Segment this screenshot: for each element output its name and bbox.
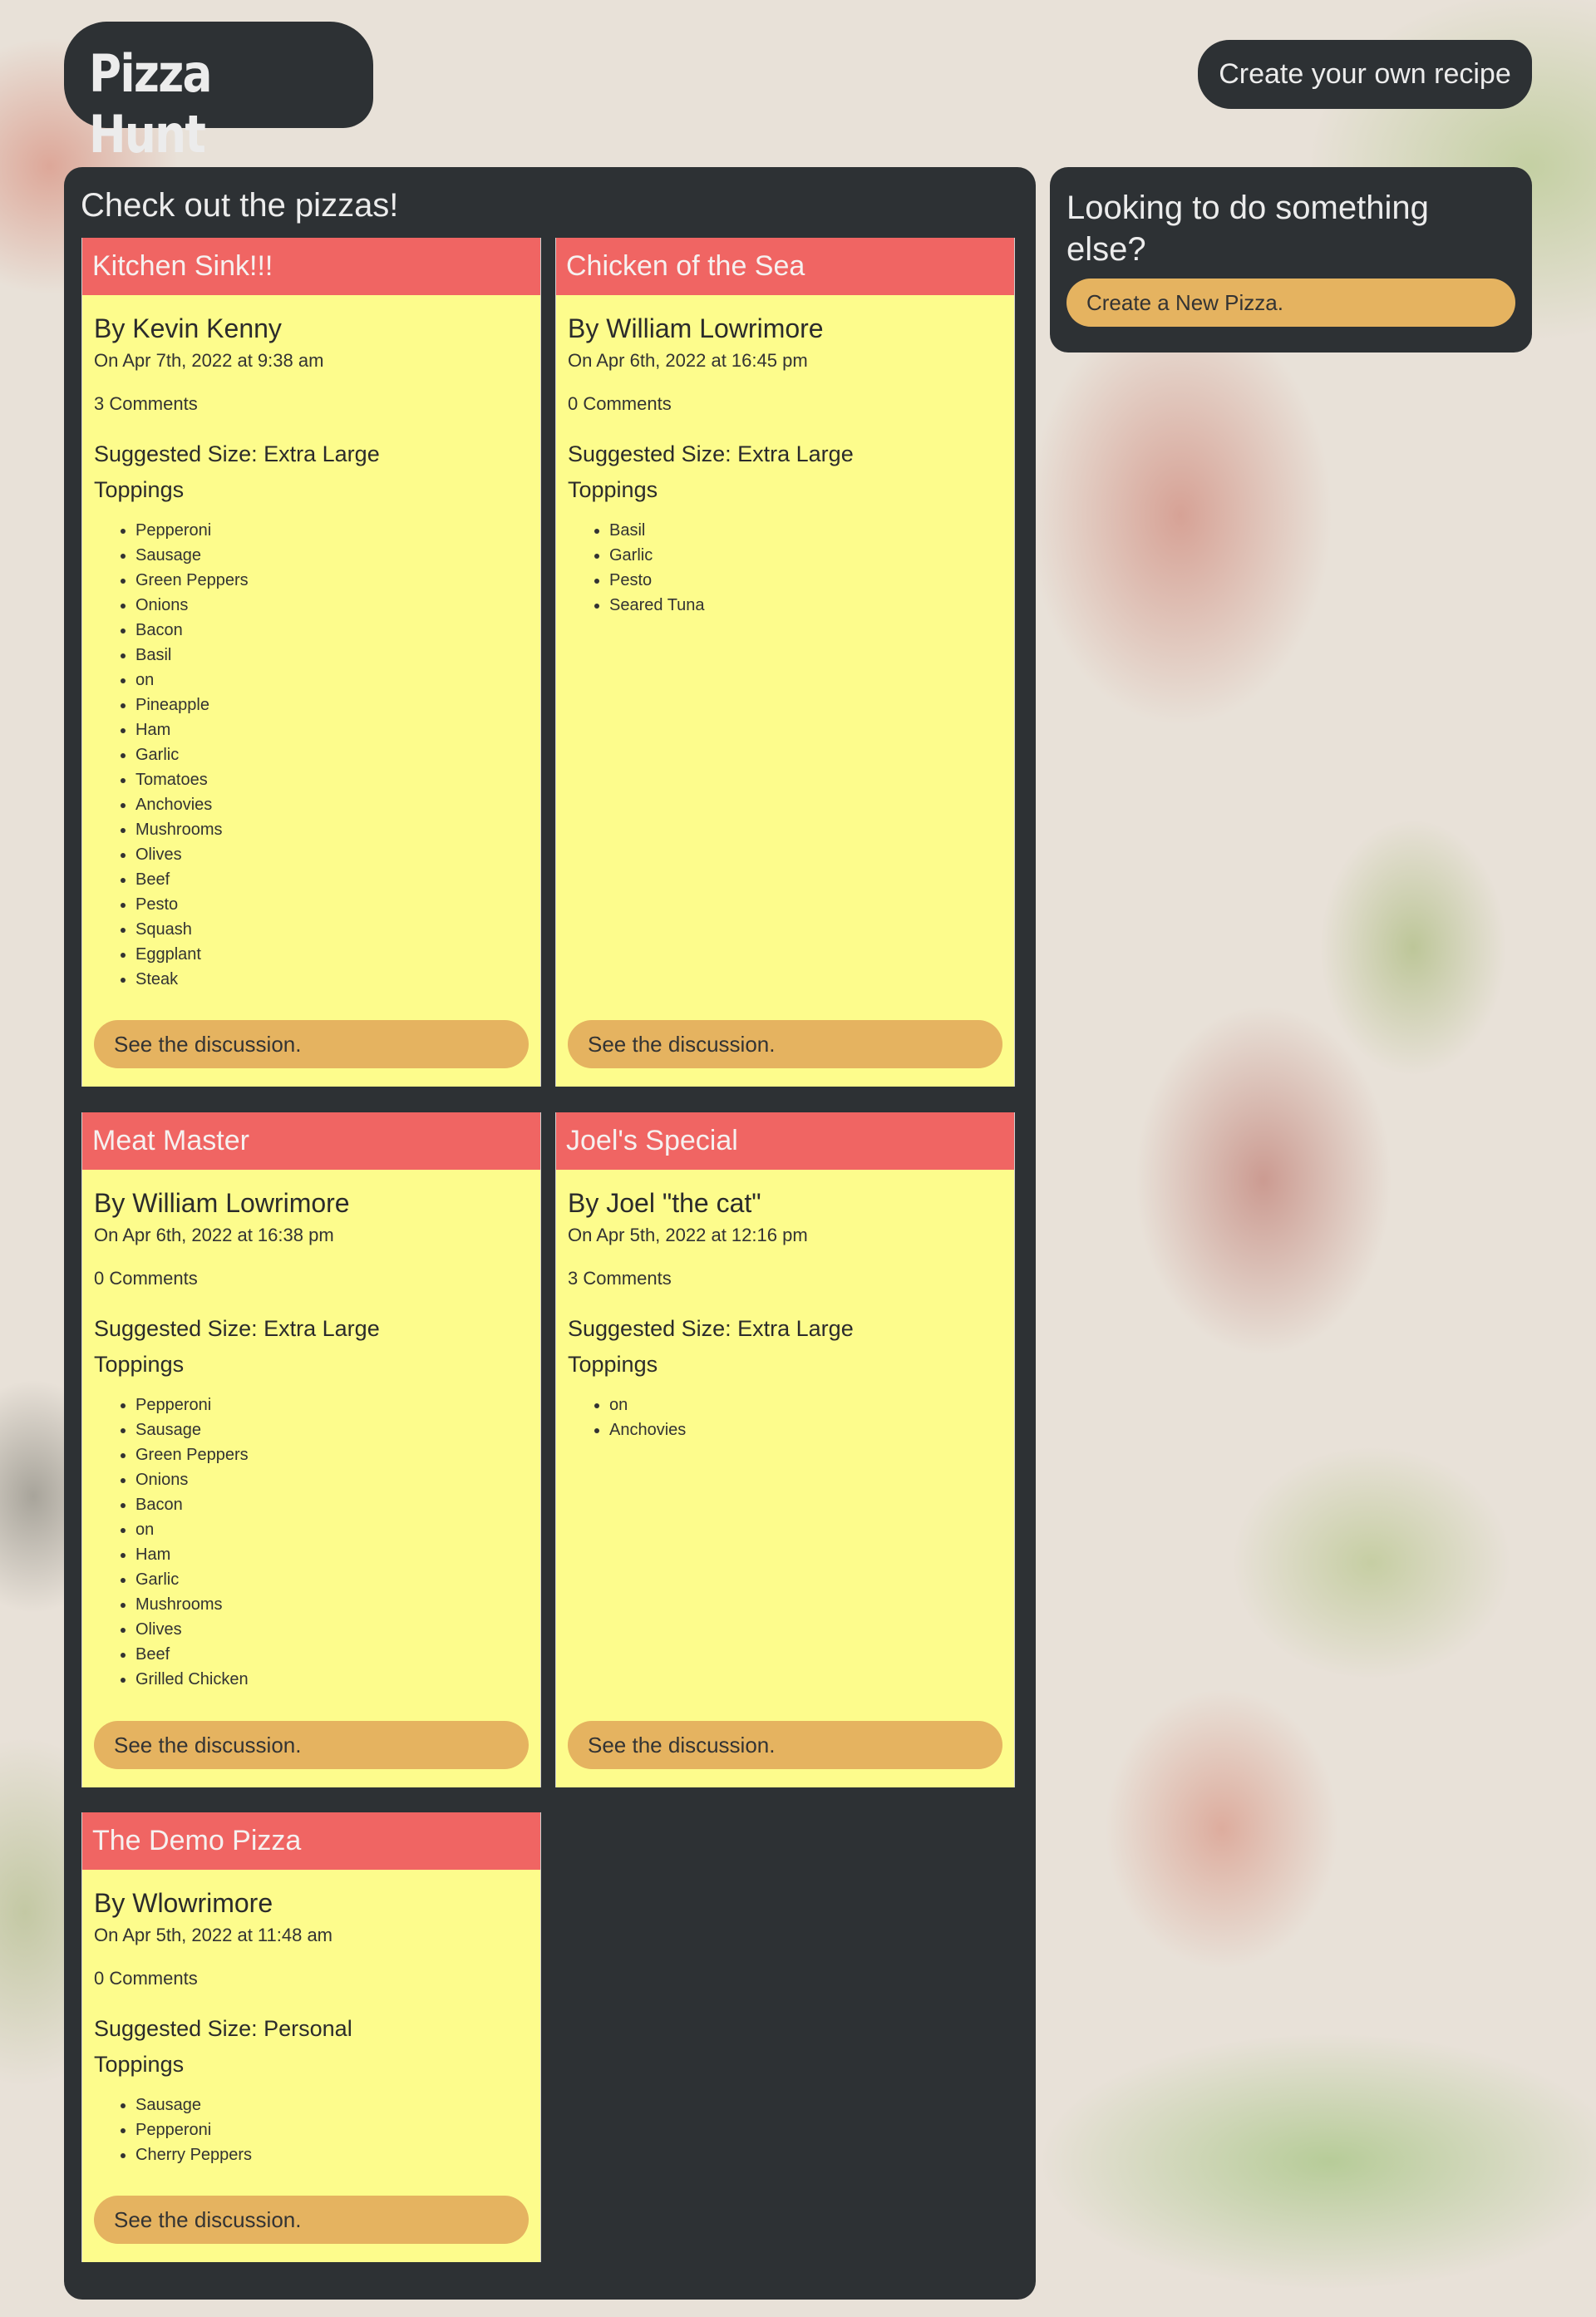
pizza-name: Meat Master bbox=[82, 1112, 540, 1170]
topping-item: Eggplant bbox=[135, 942, 529, 967]
sidebar-panel: Looking to do something else? Create a N… bbox=[1050, 167, 1532, 352]
suggested-size: Suggested Size: Extra Large bbox=[94, 441, 380, 466]
comment-count: 0 Comments bbox=[568, 393, 672, 414]
topping-item: Mushrooms bbox=[135, 1592, 529, 1617]
topping-item: Olives bbox=[135, 842, 529, 867]
topping-item: Olives bbox=[135, 1617, 529, 1642]
see-discussion-button[interactable]: See the discussion. bbox=[94, 2196, 529, 2244]
comment-count: 3 Comments bbox=[94, 393, 198, 414]
topping-item: Sausage bbox=[135, 2093, 529, 2117]
pizza-card: Kitchen Sink!!! By Kevin Kenny On Apr 7t… bbox=[81, 238, 541, 1087]
pizza-date: On Apr 7th, 2022 at 9:38 am bbox=[94, 350, 324, 371]
pizza-name: Chicken of the Sea bbox=[556, 238, 1014, 295]
toppings-label: Toppings bbox=[94, 2052, 185, 2077]
topping-item: Anchovies bbox=[609, 1417, 1002, 1442]
pizza-date: On Apr 5th, 2022 at 12:16 pm bbox=[568, 1225, 808, 1245]
toppings-list: PepperoniSausageGreen PeppersOnionsBacon… bbox=[94, 1393, 529, 1692]
topping-item: Squash bbox=[135, 917, 529, 942]
suggested-size: Suggested Size: Extra Large bbox=[568, 441, 854, 466]
see-discussion-button[interactable]: See the discussion. bbox=[94, 1020, 529, 1068]
topping-item: Beef bbox=[135, 867, 529, 892]
pizza-card: Chicken of the Sea By William Lowrimore … bbox=[555, 238, 1015, 1087]
topping-item: Seared Tuna bbox=[609, 593, 1002, 618]
topping-item: Ham bbox=[135, 1542, 529, 1567]
pizza-name: Joel's Special bbox=[556, 1112, 1014, 1170]
page-title: Check out the pizzas! bbox=[81, 187, 399, 224]
toppings-list: onAnchovies bbox=[568, 1393, 1002, 1442]
pizza-author: By William Lowrimore bbox=[94, 1188, 350, 1218]
topping-item: Pineapple bbox=[135, 693, 529, 717]
pizza-author: By Kevin Kenny bbox=[94, 313, 282, 343]
comment-count: 3 Comments bbox=[568, 1268, 672, 1289]
toppings-label: Toppings bbox=[568, 477, 658, 502]
pizza-author: By Wlowrimore bbox=[94, 1888, 273, 1918]
toppings-list: BasilGarlicPestoSeared Tuna bbox=[568, 518, 1002, 618]
toppings-list: PepperoniSausageGreen PeppersOnionsBacon… bbox=[94, 518, 529, 992]
logo[interactable]: Pizza Hunt bbox=[64, 22, 373, 165]
suggested-size: Suggested Size: Extra Large bbox=[94, 1316, 380, 1341]
topping-item: Sausage bbox=[135, 543, 529, 568]
pizza-card: Meat Master By William Lowrimore On Apr … bbox=[81, 1112, 541, 1787]
pizza-date: On Apr 6th, 2022 at 16:38 pm bbox=[94, 1225, 334, 1245]
topping-item: Pepperoni bbox=[135, 2117, 529, 2142]
topping-item: Green Peppers bbox=[135, 1442, 529, 1467]
topping-item: Pepperoni bbox=[135, 1393, 529, 1417]
topping-item: Garlic bbox=[609, 543, 1002, 568]
toppings-label: Toppings bbox=[94, 1352, 185, 1377]
toppings-label: Toppings bbox=[568, 1352, 658, 1377]
topping-item: Cherry Peppers bbox=[135, 2142, 529, 2167]
see-discussion-button[interactable]: See the discussion. bbox=[568, 1020, 1002, 1068]
create-new-pizza-button[interactable]: Create a New Pizza. bbox=[1066, 279, 1515, 327]
pizza-name: Kitchen Sink!!! bbox=[82, 238, 540, 295]
toppings-list: SausagePepperoniCherry Peppers bbox=[94, 2093, 529, 2167]
sidebar-title: Looking to do something else? bbox=[1066, 190, 1429, 268]
pizza-date: On Apr 6th, 2022 at 16:45 pm bbox=[568, 350, 808, 371]
topping-item: Onions bbox=[135, 593, 529, 618]
topping-item: Bacon bbox=[135, 618, 529, 643]
pizza-author: By Joel "the cat" bbox=[568, 1188, 761, 1218]
pizza-card: Joel's Special By Joel "the cat" On Apr … bbox=[555, 1112, 1015, 1787]
suggested-size: Suggested Size: Personal bbox=[94, 2016, 352, 2041]
logo-text: Pizza Hunt bbox=[89, 43, 213, 165]
topping-item: Garlic bbox=[135, 1567, 529, 1592]
comment-count: 0 Comments bbox=[94, 1268, 198, 1289]
see-discussion-button[interactable]: See the discussion. bbox=[94, 1721, 529, 1769]
topping-item: Pepperoni bbox=[135, 518, 529, 543]
topping-item: Garlic bbox=[135, 742, 529, 767]
pizza-list-panel: Check out the pizzas! Kitchen Sink!!! By… bbox=[64, 167, 1036, 2300]
suggested-size: Suggested Size: Extra Large bbox=[568, 1316, 854, 1341]
topping-item: Green Peppers bbox=[135, 568, 529, 593]
topping-item: Sausage bbox=[135, 1417, 529, 1442]
topping-item: Basil bbox=[135, 643, 529, 668]
topping-item: Ham bbox=[135, 717, 529, 742]
topping-item: on bbox=[135, 1517, 529, 1542]
topping-item: on bbox=[609, 1393, 1002, 1417]
topping-item: Basil bbox=[609, 518, 1002, 543]
toppings-label: Toppings bbox=[94, 477, 185, 502]
comment-count: 0 Comments bbox=[94, 1968, 198, 1989]
topping-item: on bbox=[135, 668, 529, 693]
topping-item: Beef bbox=[135, 1642, 529, 1667]
topping-item: Onions bbox=[135, 1467, 529, 1492]
create-recipe-button[interactable]: Create your own recipe bbox=[1198, 40, 1532, 109]
topping-item: Pesto bbox=[609, 568, 1002, 593]
topping-item: Steak bbox=[135, 967, 529, 992]
pizza-author: By William Lowrimore bbox=[568, 313, 824, 343]
topping-item: Bacon bbox=[135, 1492, 529, 1517]
see-discussion-button[interactable]: See the discussion. bbox=[568, 1721, 1002, 1769]
topping-item: Pesto bbox=[135, 892, 529, 917]
pizza-name: The Demo Pizza bbox=[82, 1812, 540, 1870]
topping-item: Tomatoes bbox=[135, 767, 529, 792]
topping-item: Anchovies bbox=[135, 792, 529, 817]
pizza-date: On Apr 5th, 2022 at 11:48 am bbox=[94, 1925, 333, 1945]
topping-item: Mushrooms bbox=[135, 817, 529, 842]
topping-item: Grilled Chicken bbox=[135, 1667, 529, 1692]
pizza-card: The Demo Pizza By Wlowrimore On Apr 5th,… bbox=[81, 1812, 541, 2262]
